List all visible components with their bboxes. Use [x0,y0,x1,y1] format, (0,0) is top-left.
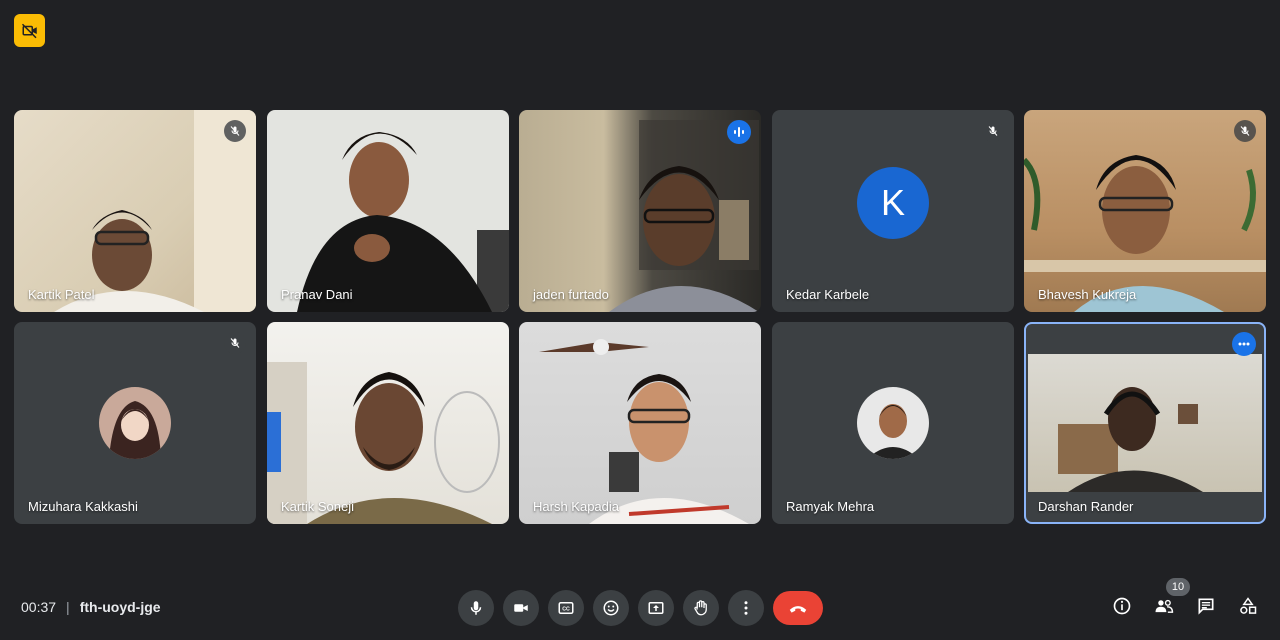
separator: | [66,599,70,615]
participant-tile-active[interactable]: Darshan Rander [1024,322,1266,524]
mic-muted-indicator [224,120,246,142]
participant-name: Kedar Karbele [786,287,870,302]
raise-hand-button[interactable] [683,590,719,626]
chat-icon [1198,598,1214,615]
meeting-details[interactable]: 00:37 | fth-uoyd-jge [21,599,161,615]
participant-video [1028,354,1262,492]
camera-off-badge [14,14,45,47]
participant-video [297,132,509,312]
activities-button[interactable] [1238,596,1258,616]
more-options-button[interactable] [728,590,764,626]
participant-tile[interactable]: jaden furtado [519,110,761,312]
participant-name: jaden furtado [533,287,609,302]
more-options-button[interactable] [1232,332,1256,356]
svg-text:CC: CC [562,607,570,613]
participant-name: Harsh Kapadia [533,499,619,514]
mic-off-icon [1240,126,1250,136]
end-call-icon [789,606,807,613]
participant-tile[interactable]: Kartik Soneji [267,322,509,524]
avatar: K [857,167,929,239]
participant-name: Bhavesh Kukreja [1038,287,1137,302]
avatar [99,387,171,459]
mic-off-icon [230,338,240,348]
participant-tile[interactable]: Ramyak Mehra [772,322,1014,524]
side-panel-controls [1112,596,1258,616]
participant-tile[interactable]: Mizuhara Kakkashi [14,322,256,524]
microphone-button[interactable] [458,590,494,626]
bottom-toolbar: 00:37 | fth-uoyd-jge CC [0,580,1280,632]
present-screen-icon [648,602,664,614]
captions-icon: CC [558,602,574,614]
participant-name: Ramyak Mehra [786,499,875,514]
audio-wave-icon [734,127,744,137]
participant-video [267,362,500,524]
microphone-icon [470,601,482,615]
raise-hand-icon [694,600,707,616]
participant-name: Kartik Patel [28,287,95,302]
participant-video [609,120,759,312]
more-horizontal-icon [1238,342,1250,346]
participant-tile[interactable]: K Kedar Karbele [772,110,1014,312]
chat-button[interactable] [1196,596,1216,616]
mic-muted-indicator [982,120,1004,142]
mic-muted-indicator [1234,120,1256,142]
people-button[interactable] [1154,596,1174,616]
participant-video [539,339,749,524]
present-screen-button[interactable] [638,590,674,626]
camera-icon [514,604,528,612]
video-grid: Kartik Patel Pranav Dani jaden furtado K [14,110,1266,524]
meeting-time: 00:37 [21,599,57,615]
activities-icon [1240,597,1257,614]
captions-button[interactable]: CC [548,590,584,626]
call-controls: CC [458,590,823,626]
info-icon [1113,597,1131,615]
participant-name: Darshan Rander [1038,499,1134,514]
avatar [857,387,929,459]
participant-tile[interactable]: Kartik Patel [14,110,256,312]
participant-tile[interactable]: Pranav Dani [267,110,509,312]
people-icon [1155,599,1174,613]
mic-muted-indicator [224,332,246,354]
camera-button[interactable] [503,590,539,626]
participant-name: Mizuhara Kakkashi [28,499,138,514]
participant-tile[interactable]: Harsh Kapadia [519,322,761,524]
end-call-button[interactable] [773,591,823,625]
emoji-icon [603,600,619,616]
participant-video [54,110,256,312]
camera-off-icon [21,23,37,38]
participant-name: Pranav Dani [281,287,353,302]
mic-off-icon [988,126,998,136]
meeting-code: fth-uoyd-jge [79,599,161,615]
participant-video [1024,155,1266,312]
participant-tile[interactable]: Bhavesh Kukreja [1024,110,1266,312]
mic-off-icon [230,126,240,136]
meeting-info-button[interactable] [1112,596,1132,616]
emoji-reaction-button[interactable] [593,590,629,626]
more-options-icon [744,601,748,615]
speaking-indicator [727,120,751,144]
participant-name: Kartik Soneji [281,499,354,514]
